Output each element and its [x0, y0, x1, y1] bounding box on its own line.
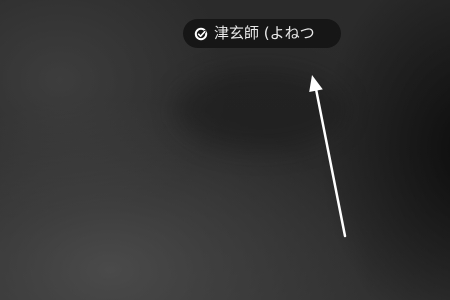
now-playing-pill[interactable]: 津玄師 (よねつ: [183, 19, 341, 48]
now-playing-label: 津玄師 (よねつ: [214, 24, 315, 42]
background-shadow: [175, 70, 345, 150]
ring-check-icon: [194, 27, 208, 40]
app-screen: 津玄師 (よねつ: [0, 0, 450, 300]
